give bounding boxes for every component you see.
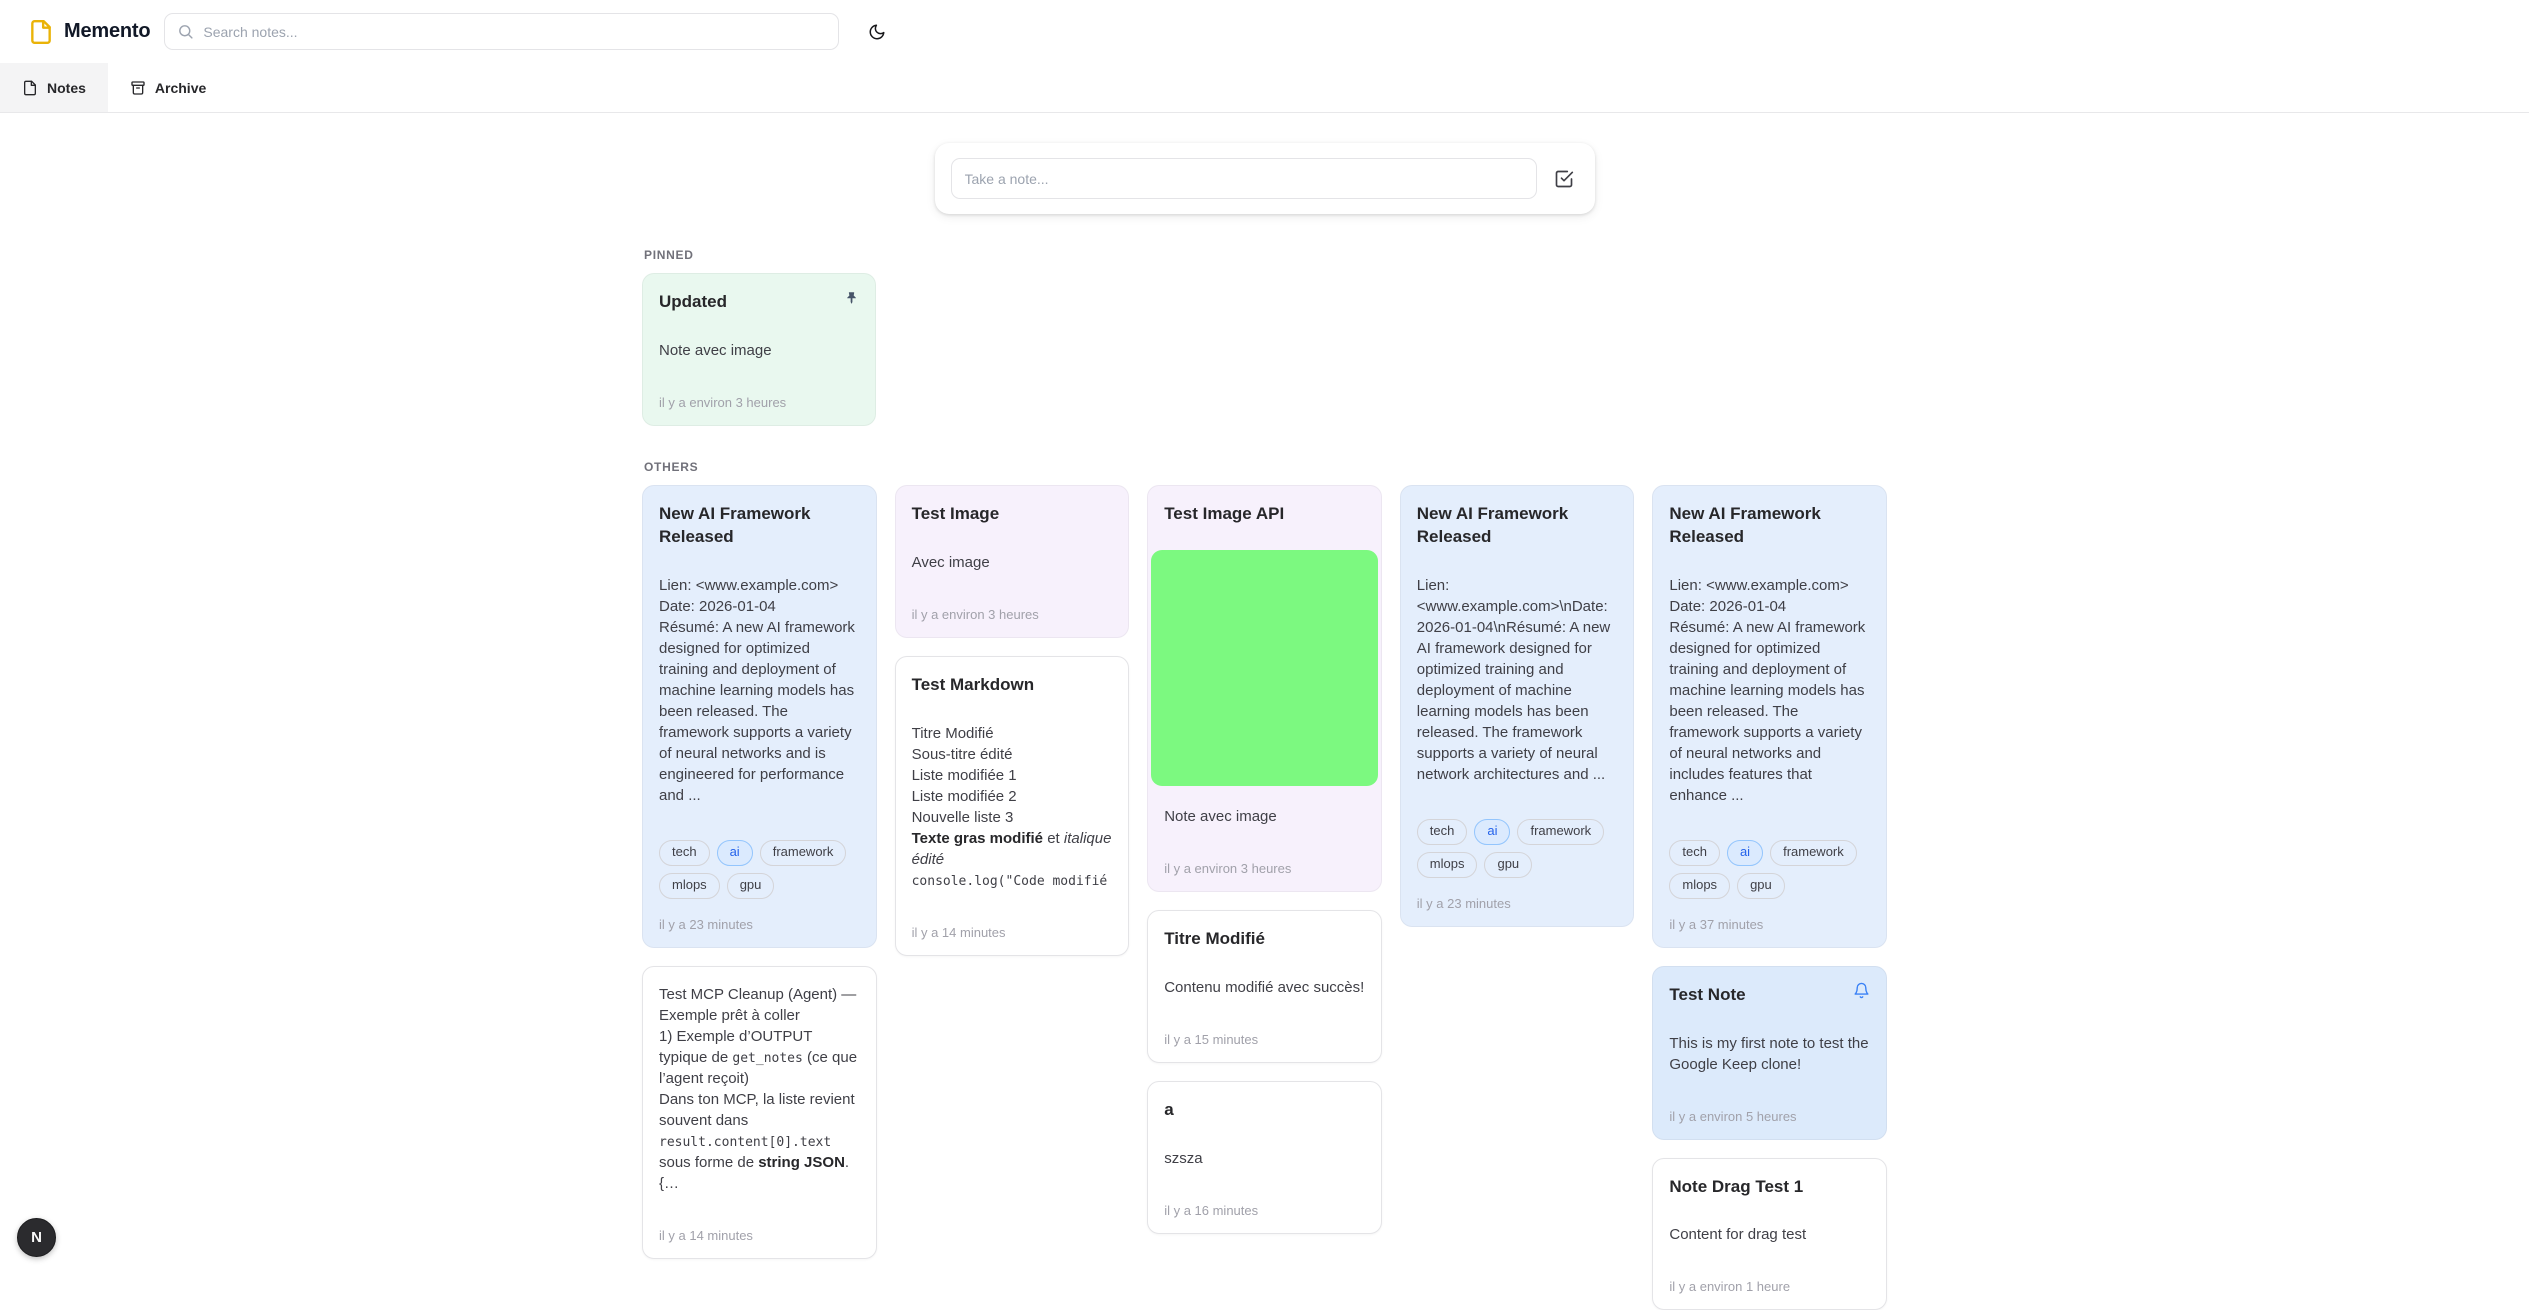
note-title: New AI Framework Released bbox=[659, 503, 860, 549]
note-body: Lien: <www.example.com>\nDate: 2026-01-0… bbox=[1417, 575, 1618, 785]
note-card[interactable]: a szsza il y a 16 minutes bbox=[1147, 1081, 1382, 1234]
others-section-label: OTHERS bbox=[644, 460, 1887, 474]
note-tag[interactable]: tech bbox=[1417, 819, 1468, 845]
note-card[interactable]: Test MCP Cleanup (Agent) — Exemple prêt … bbox=[642, 966, 877, 1259]
notes-column: New AI Framework Released Lien: <www.exam… bbox=[642, 485, 877, 1259]
note-card[interactable]: Test Note This is my first note to test t… bbox=[1652, 966, 1887, 1140]
note-tag[interactable]: framework bbox=[1770, 840, 1857, 866]
note-tag[interactable]: ai bbox=[1727, 840, 1763, 866]
note-tag[interactable]: ai bbox=[1474, 819, 1510, 845]
note-title: New AI Framework Released bbox=[1417, 503, 1618, 549]
note-timestamp: il y a environ 5 heures bbox=[1669, 1109, 1870, 1124]
notes-column: New AI Framework Released Lien: <www.exam… bbox=[1652, 485, 1887, 1310]
note-tag[interactable]: tech bbox=[659, 840, 710, 866]
note-timestamp: il y a 37 minutes bbox=[1669, 917, 1870, 932]
note-body: Avec image bbox=[912, 552, 1113, 573]
app-title: Memento bbox=[64, 20, 150, 43]
main-content: PINNED Updated Note avec image il y a envi… bbox=[0, 143, 2529, 1310]
note-timestamp: il y a environ 3 heures bbox=[1164, 861, 1365, 876]
bell-icon[interactable] bbox=[1851, 980, 1873, 1002]
note-tag[interactable]: gpu bbox=[727, 873, 775, 899]
notes-column: New AI Framework Released Lien: <www.exam… bbox=[1400, 485, 1635, 927]
note-title: New AI Framework Released bbox=[1669, 503, 1870, 549]
archive-icon bbox=[130, 80, 146, 96]
note-tag[interactable]: mlops bbox=[659, 873, 720, 899]
note-body: Titre ModifiéSous-titre éditéListe modif… bbox=[912, 723, 1113, 891]
note-body: szsza bbox=[1164, 1148, 1365, 1169]
note-timestamp: il y a 14 minutes bbox=[912, 925, 1113, 940]
note-card[interactable]: Note Drag Test 1 Content for drag test il … bbox=[1652, 1158, 1887, 1310]
note-timestamp: il y a environ 3 heures bbox=[659, 395, 859, 410]
note-body: Contenu modifié avec succès! bbox=[1164, 977, 1365, 998]
note-card[interactable]: Test Markdown Titre ModifiéSous-titre édi… bbox=[895, 656, 1130, 956]
search-box[interactable] bbox=[164, 13, 839, 50]
note-tag[interactable]: tech bbox=[1669, 840, 1720, 866]
note-tag[interactable]: ai bbox=[717, 840, 753, 866]
note-body: Note avec image bbox=[1164, 806, 1365, 827]
note-title: Note Drag Test 1 bbox=[1669, 1176, 1870, 1199]
note-composer[interactable] bbox=[935, 143, 1595, 214]
search-input[interactable] bbox=[203, 24, 826, 40]
note-timestamp: il y a 23 minutes bbox=[1417, 896, 1618, 911]
note-title: Test Image API bbox=[1164, 503, 1365, 526]
note-timestamp: il y a 14 minutes bbox=[659, 1228, 860, 1243]
pinned-notes-row: Updated Note avec image il y a environ 3 h… bbox=[642, 273, 1887, 426]
note-timestamp: il y a 23 minutes bbox=[659, 917, 860, 932]
theme-toggle-button[interactable] bbox=[859, 14, 895, 50]
note-tags: techai framework mlopsgpu bbox=[1417, 819, 1618, 878]
note-title: Updated bbox=[659, 291, 859, 314]
note-card[interactable]: Updated Note avec image il y a environ 3 h… bbox=[642, 273, 876, 426]
note-tag[interactable]: gpu bbox=[1484, 852, 1532, 878]
file-icon bbox=[22, 80, 38, 96]
take-a-note-input[interactable] bbox=[951, 158, 1537, 199]
user-avatar[interactable]: N bbox=[17, 1218, 56, 1257]
others-notes-grid: New AI Framework Released Lien: <www.exam… bbox=[642, 485, 1887, 1310]
note-tag[interactable]: framework bbox=[1517, 819, 1604, 845]
note-title: Titre Modifié bbox=[1164, 928, 1365, 951]
note-tag[interactable]: mlops bbox=[1669, 873, 1730, 899]
tab-notes[interactable]: Notes bbox=[0, 63, 108, 112]
tab-archive-label: Archive bbox=[155, 80, 206, 96]
note-body: Test MCP Cleanup (Agent) — Exemple prêt … bbox=[659, 984, 860, 1194]
moon-icon bbox=[868, 23, 886, 41]
note-card[interactable]: Titre Modifié Contenu modifié avec succès… bbox=[1147, 910, 1382, 1063]
note-tag[interactable]: gpu bbox=[1737, 873, 1785, 899]
pinned-section-label: PINNED bbox=[644, 248, 1887, 262]
note-title: a bbox=[1164, 1099, 1365, 1122]
note-timestamp: il y a environ 3 heures bbox=[912, 607, 1113, 622]
note-title: Test Image bbox=[912, 503, 1113, 526]
top-bar: Memento bbox=[0, 0, 2529, 63]
note-tags: techai framework mlops gpu bbox=[1669, 840, 1870, 899]
note-body: Content for drag test bbox=[1669, 1224, 1870, 1245]
search-icon bbox=[177, 23, 194, 40]
note-tag[interactable]: mlops bbox=[1417, 852, 1478, 878]
note-title: Test Markdown bbox=[912, 674, 1113, 697]
note-card[interactable]: New AI Framework Released Lien: <www.exam… bbox=[642, 485, 877, 948]
note-title: Test Note bbox=[1669, 984, 1870, 1007]
app-logo-file-icon bbox=[28, 19, 54, 45]
note-timestamp: il y a 16 minutes bbox=[1164, 1203, 1365, 1218]
note-body: Lien: <www.example.com>Date: 2026-01-04R… bbox=[1669, 575, 1870, 806]
app-brand: Memento bbox=[28, 19, 150, 45]
note-body: Note avec image bbox=[659, 340, 859, 361]
pin-icon[interactable] bbox=[840, 287, 862, 309]
note-tag[interactable]: framework bbox=[760, 840, 847, 866]
new-checklist-button[interactable] bbox=[1549, 164, 1579, 194]
note-timestamp: il y a 15 minutes bbox=[1164, 1032, 1365, 1047]
note-tags: techai framework mlops gpu bbox=[659, 840, 860, 899]
tab-notes-label: Notes bbox=[47, 80, 86, 96]
tab-bar: Notes Archive bbox=[0, 63, 2529, 113]
notes-column: Test Image API Note avec image il y a envi… bbox=[1147, 485, 1382, 1234]
note-image bbox=[1151, 550, 1378, 786]
note-body: Lien: <www.example.com>Date: 2026-01-04R… bbox=[659, 575, 860, 806]
note-card[interactable]: New AI Framework Released Lien: <www.exam… bbox=[1400, 485, 1635, 927]
check-square-icon bbox=[1554, 169, 1574, 189]
notes-column: Test Image Avec image il y a environ 3 heu… bbox=[895, 485, 1130, 956]
tab-archive[interactable]: Archive bbox=[108, 63, 228, 112]
note-timestamp: il y a environ 1 heure bbox=[1669, 1279, 1870, 1294]
note-card[interactable]: New AI Framework Released Lien: <www.exam… bbox=[1652, 485, 1887, 948]
note-card[interactable]: Test Image API Note avec image il y a envi… bbox=[1147, 485, 1382, 892]
note-card[interactable]: Test Image Avec image il y a environ 3 heu… bbox=[895, 485, 1130, 638]
note-body: This is my first note to test the Google… bbox=[1669, 1033, 1870, 1075]
